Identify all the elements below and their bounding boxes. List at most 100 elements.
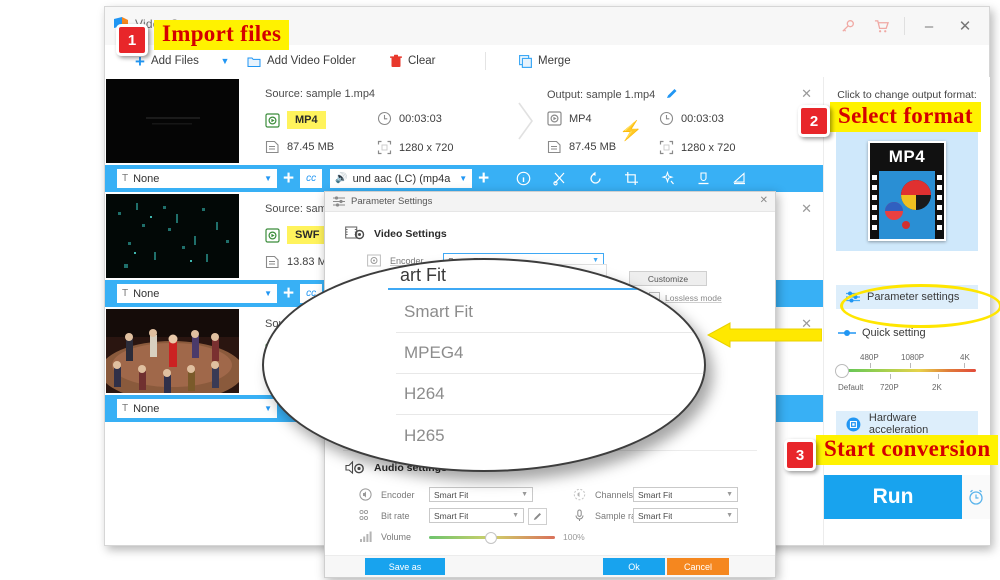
- subtitle-select[interactable]: T None ▼: [117, 169, 277, 188]
- save-as-button[interactable]: Save as: [365, 558, 445, 575]
- subtitle-value: None: [133, 287, 160, 300]
- audio-encoder-value: Smart Fit: [434, 489, 469, 500]
- ok-button[interactable]: Ok: [603, 558, 665, 575]
- resolution-icon: [377, 140, 392, 155]
- quality-slider[interactable]: 480P 1080P 4K Default 720P 2K: [835, 353, 978, 401]
- slider-tick-mark: [964, 363, 965, 368]
- edit-pencil-icon: [533, 513, 541, 520]
- dropdown-option-mpeg4[interactable]: MPEG4: [396, 333, 704, 374]
- annotation-label-3: Start conversion: [816, 435, 999, 465]
- output-filename-text: Output: sample 1.mp4: [547, 89, 656, 101]
- dialog-close-button[interactable]: ✕: [760, 195, 768, 206]
- resolution-icon: [659, 140, 674, 155]
- slider-tick-480p: 480P: [860, 353, 879, 362]
- dropdown-option-h265[interactable]: H265: [396, 415, 704, 456]
- hardware-acceleration-button[interactable]: Hardware acceleration: [836, 411, 978, 437]
- dropdown-option-smart-fit[interactable]: Smart Fit: [396, 292, 704, 333]
- video-settings-header: Video Settings: [345, 225, 447, 242]
- speaker-icon: [359, 488, 372, 501]
- subtitle-icon: T: [122, 403, 129, 414]
- sliders-icon: [333, 196, 345, 207]
- volume-track[interactable]: [429, 532, 555, 544]
- video-settings-label: Video Settings: [374, 227, 447, 240]
- watermark-icon[interactable]: [685, 165, 721, 192]
- audio-samplerate-select[interactable]: Smart Fit ▼: [633, 508, 738, 523]
- run-button[interactable]: Run: [824, 475, 962, 519]
- titlebar-divider: [904, 17, 905, 35]
- audio-bitrate-select[interactable]: Smart Fit ▼: [429, 508, 524, 523]
- audio-channels-select[interactable]: Smart Fit ▼: [633, 487, 738, 502]
- callout-arrow-icon: [706, 322, 822, 348]
- info-icon[interactable]: [505, 165, 541, 192]
- add-subtitle-button[interactable]: +: [283, 169, 294, 188]
- output-filename: Output: sample 1.mp4: [547, 88, 678, 101]
- cancel-button[interactable]: Cancel: [667, 558, 729, 575]
- edit-pencil-icon[interactable]: [666, 88, 678, 100]
- chevron-down-icon: ▼: [726, 491, 733, 498]
- subtitle-select[interactable]: T None ▼: [117, 284, 277, 303]
- clear-button[interactable]: Clear: [390, 45, 435, 77]
- trim-icon[interactable]: [541, 165, 577, 192]
- source-size-value: 87.45 MB: [287, 141, 335, 153]
- screenshot-root: Video Converter – ✕ + Add Files ▼: [0, 0, 1000, 580]
- rotate-icon[interactable]: [577, 165, 613, 192]
- source-format: SWF: [265, 226, 328, 244]
- volume-slider[interactable]: [429, 532, 555, 544]
- audio-encoder-select[interactable]: Smart Fit ▼: [429, 487, 533, 502]
- output-resolution: 1280 x 720: [659, 140, 735, 155]
- format-label: MP4: [870, 143, 944, 171]
- slider-track[interactable]: [840, 369, 976, 372]
- slider-tick-1080p: 1080P: [901, 353, 925, 362]
- video-thumbnail: [106, 309, 239, 393]
- subtitle-edit-icon[interactable]: [721, 165, 757, 192]
- alarm-icon[interactable]: [962, 475, 990, 519]
- source-resolution-value: 1280 x 720: [399, 141, 454, 154]
- source-size: 87.45 MB: [265, 140, 334, 154]
- slider-knob[interactable]: [835, 364, 849, 378]
- effects-icon[interactable]: [649, 165, 685, 192]
- chevron-down-icon: ▼: [220, 56, 230, 66]
- cart-icon[interactable]: [864, 7, 898, 45]
- volume-icon: [360, 531, 372, 542]
- add-files-label: Add Files: [150, 55, 199, 67]
- chevron-down-icon: ▼: [726, 512, 733, 519]
- remove-row-button[interactable]: ✕: [801, 201, 812, 217]
- highlight-ellipse-parameter-settings: [840, 284, 1000, 328]
- output-format-card[interactable]: MP4: [836, 131, 978, 251]
- audio-bitrate-edit-button[interactable]: [528, 508, 547, 525]
- output-format: MP4: [547, 111, 592, 126]
- slider-tick-4k: 4K: [960, 353, 970, 362]
- volume-knob[interactable]: [485, 532, 497, 544]
- subtitle-icon: T: [122, 288, 129, 299]
- annotation-badge-3: 3: [784, 439, 816, 471]
- quick-setting-icon: [838, 330, 856, 336]
- close-button[interactable]: ✕: [947, 7, 983, 45]
- key-icon[interactable]: [830, 7, 864, 45]
- closed-caption-button[interactable]: cc: [300, 169, 323, 188]
- subtitle-value: None: [133, 402, 160, 415]
- remove-row-button[interactable]: ✕: [801, 86, 812, 102]
- merge-button[interactable]: Merge: [519, 45, 571, 77]
- audio-channels-value: Smart Fit: [638, 489, 673, 500]
- crop-icon[interactable]: [613, 165, 649, 192]
- format-hint: Click to change output format:: [837, 89, 977, 101]
- audio-track-select[interactable]: 🔊 und aac (LC) (mp4a ▼: [330, 169, 473, 188]
- dropdown-option-h264[interactable]: H264: [396, 374, 704, 415]
- audio-track-value: und aac (LC) (mp4a: [352, 172, 451, 185]
- slider-tick-mark: [938, 374, 939, 379]
- audio-bitrate-value: Smart Fit: [434, 510, 469, 521]
- video-thumbnail: [106, 194, 239, 278]
- output-size: 87.45 MB: [547, 140, 616, 154]
- slider-tick-720p: 720P: [880, 383, 899, 392]
- minimize-button[interactable]: –: [911, 7, 947, 45]
- trash-icon: [390, 54, 402, 67]
- dialog-title: Parameter Settings: [351, 196, 433, 207]
- add-audio-track-button[interactable]: +: [478, 169, 489, 188]
- table-row[interactable]: Source: sample 1.mp4 MP4 87.45 MB 00:03:…: [105, 77, 823, 166]
- subtitle-select[interactable]: T None ▼: [117, 399, 277, 418]
- slider-tick-mark: [870, 363, 871, 368]
- audio-samplerate-value: Smart Fit: [638, 510, 673, 521]
- slider-top-ticks: 480P 1080P 4K: [838, 353, 978, 364]
- clear-label: Clear: [408, 55, 436, 67]
- file-format-icon: [265, 112, 280, 128]
